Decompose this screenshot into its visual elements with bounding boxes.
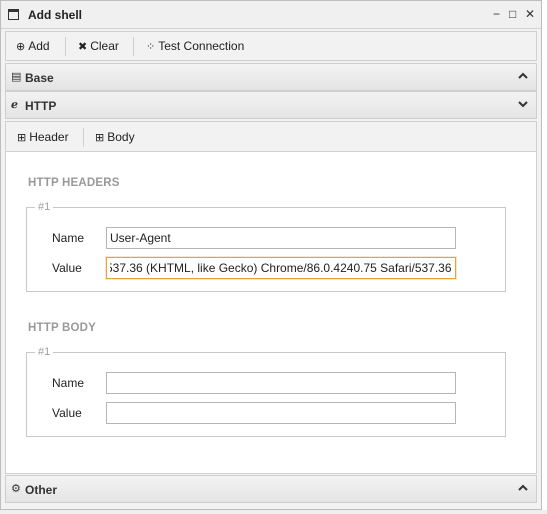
clear-button[interactable]: ✖ Clear xyxy=(78,39,119,53)
http-tabs-toolbar: ⊞ Header ⊞ Body xyxy=(5,121,537,152)
http-body-group: #1 Name Value xyxy=(26,346,506,437)
panel-header-other[interactable]: ⚙ Other xyxy=(5,475,537,503)
header-button-label: Header xyxy=(29,130,69,144)
header-value-label: Value xyxy=(52,261,82,275)
panel-label-base: Base xyxy=(25,71,54,85)
chevron-down-icon[interactable] xyxy=(517,97,529,111)
main-toolbar: ⊕ Add ✖ Clear ⁘ Test Connection xyxy=(5,31,537,61)
title-bar: Add shell − □ ✕ xyxy=(1,1,541,29)
spinner-icon: ⁘ xyxy=(146,41,156,53)
add-button[interactable]: ⊕ Add xyxy=(16,39,50,53)
panel-header-base[interactable]: ▤ Base xyxy=(5,63,537,91)
toolbar-separator xyxy=(65,37,66,56)
gears-icon: ⚙ xyxy=(11,483,21,495)
toolbar-separator xyxy=(133,37,134,56)
header-name-label: Name xyxy=(52,231,85,245)
http-panel-content: HTTP HEADERS #1 Name Value HTTP BODY #1 … xyxy=(5,152,537,474)
window-title: Add shell xyxy=(28,8,83,22)
add-button-label: Add xyxy=(28,39,50,53)
http-header-group: #1 Name Value xyxy=(26,201,506,292)
header-value-input[interactable] xyxy=(106,257,456,279)
panel-label-other: Other xyxy=(25,483,58,497)
document-icon: ▤ xyxy=(11,71,22,83)
panel-header-http[interactable]: ℯ HTTP xyxy=(5,91,537,119)
header-name-input[interactable] xyxy=(106,227,456,249)
body-value-label: Value xyxy=(52,406,82,420)
body-value-input[interactable] xyxy=(106,402,456,424)
header-button[interactable]: ⊞ Header xyxy=(17,130,69,144)
plus-square-icon: ⊞ xyxy=(95,132,105,144)
chevron-up-icon[interactable] xyxy=(517,481,529,495)
toolbar-separator xyxy=(83,128,84,147)
close-button[interactable]: ✕ xyxy=(525,7,535,21)
http-body-title: HTTP BODY xyxy=(28,322,97,334)
test-connection-button[interactable]: ⁘ Test Connection xyxy=(146,39,244,53)
body-group-legend: #1 xyxy=(35,346,54,358)
body-name-label: Name xyxy=(52,376,85,390)
body-button-label: Body xyxy=(107,130,135,144)
plus-square-icon: ⊞ xyxy=(17,132,27,144)
window-icon xyxy=(8,9,19,20)
x-icon: ✖ xyxy=(78,41,88,53)
test-connection-label: Test Connection xyxy=(158,39,245,53)
http-headers-title: HTTP HEADERS xyxy=(28,177,120,189)
body-name-input[interactable] xyxy=(106,372,456,394)
header-group-legend: #1 xyxy=(35,201,54,213)
chevron-up-icon[interactable] xyxy=(517,69,529,83)
clear-button-label: Clear xyxy=(90,39,119,53)
window-shadow xyxy=(0,510,547,514)
maximize-button[interactable]: □ xyxy=(509,7,516,21)
plus-circle-icon: ⊕ xyxy=(16,41,26,53)
ie-icon: ℯ xyxy=(11,99,18,111)
minimize-button[interactable]: − xyxy=(493,7,500,21)
panel-label-http: HTTP xyxy=(25,99,57,113)
body-button[interactable]: ⊞ Body xyxy=(95,130,135,144)
add-shell-window: Add shell − □ ✕ ⊕ Add ✖ Clear ⁘ Test Connec… xyxy=(0,0,542,510)
